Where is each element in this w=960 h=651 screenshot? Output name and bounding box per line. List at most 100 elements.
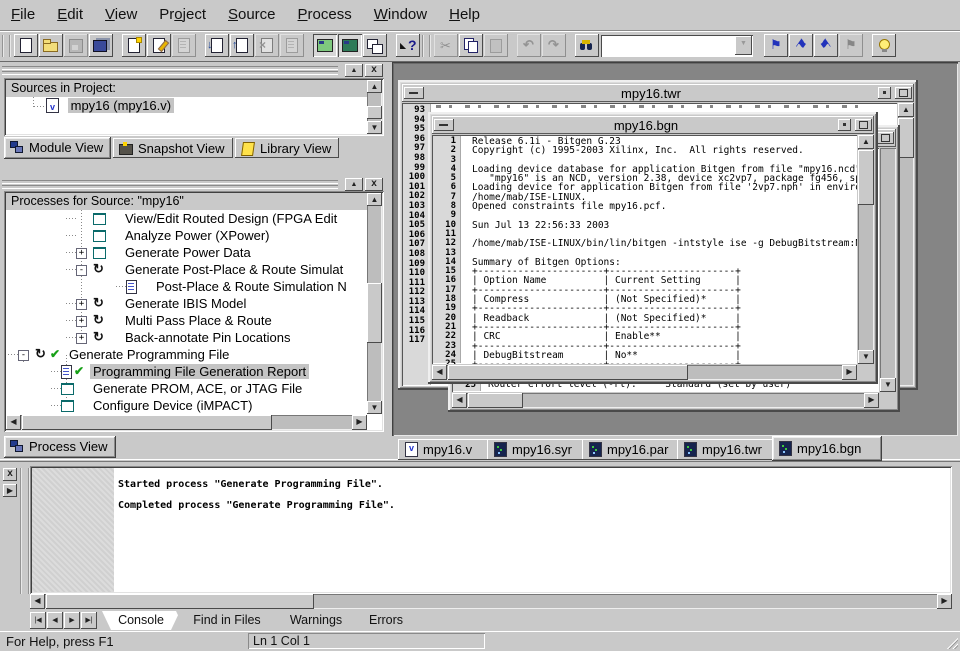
process-item-label[interactable]: Multi Pass Place & Route	[122, 313, 275, 328]
process-item-label[interactable]: View/Edit Routed Design (FPGA Edit	[122, 211, 340, 226]
close-panel-button[interactable]: x	[365, 178, 383, 191]
process-item-label[interactable]: Post-Place & Route Simulation N	[153, 279, 350, 294]
scroll-right-arrow[interactable]	[352, 415, 367, 430]
toolbar-drag-grip[interactable]	[422, 35, 431, 57]
process-item[interactable]: Back-annotate Pin Locations	[6, 329, 367, 346]
menu-file[interactable]: File	[0, 0, 46, 30]
collapse-panel-button[interactable]: ▲	[345, 64, 363, 77]
console-drag-grip[interactable]	[20, 468, 30, 594]
scroll-down-arrow[interactable]	[858, 350, 874, 364]
bgn-vertical-scrollbar[interactable]	[858, 135, 874, 364]
tab-snapshot-view[interactable]: Snapshot View	[113, 138, 233, 158]
scroll-right-arrow[interactable]	[937, 594, 952, 609]
scroll-up-arrow[interactable]	[367, 80, 382, 93]
console-output[interactable]: Started process "Generate Programming Fi…	[30, 466, 952, 594]
find-combo[interactable]	[601, 35, 753, 57]
expand-icon[interactable]	[76, 316, 87, 327]
tab-errors[interactable]: Errors	[354, 611, 418, 630]
toolbar-drag-grip[interactable]	[2, 35, 11, 57]
collapse-icon[interactable]	[76, 265, 87, 276]
file-tab-mpy16.syr[interactable]: mpy16.syr	[487, 439, 593, 460]
bgn-window[interactable]: mpy16.bgn 1 Release 6.1i - Bitgen G.23 2 Co…	[428, 112, 878, 384]
open-file-button[interactable]	[39, 34, 63, 57]
scroll-up-arrow[interactable]	[858, 135, 874, 149]
tab-module-view[interactable]: Module View	[4, 137, 112, 159]
file-tab-mpy16.twr[interactable]: mpy16.twr	[677, 439, 783, 460]
scroll-down-arrow[interactable]	[880, 378, 896, 392]
menu-source[interactable]: Source	[217, 0, 287, 30]
tab-find-in-files[interactable]: Find in Files	[176, 611, 278, 630]
move-source-down-button[interactable]	[205, 34, 229, 57]
scroll-thumb[interactable]	[858, 150, 874, 205]
process-item[interactable]: Post-Place & Route Simulation N	[6, 278, 367, 295]
scroll-left-arrow[interactable]	[6, 415, 21, 430]
window-menu-button[interactable]	[404, 87, 424, 99]
expand-console-button[interactable]: ▶	[3, 484, 17, 497]
process-item[interactable]: Analyze Power (XPower)	[6, 227, 367, 244]
expand-icon[interactable]	[76, 333, 87, 344]
first-tab-button[interactable]: |◀	[30, 612, 46, 629]
scroll-down-arrow[interactable]	[367, 121, 382, 134]
process-item-label[interactable]: Generate IBIS Model	[122, 296, 249, 311]
scroll-thumb[interactable]	[468, 393, 523, 408]
scroll-up-arrow[interactable]	[898, 103, 914, 117]
process-item-label[interactable]: Programming File Generation Report	[90, 364, 310, 379]
toggle-bookmark-button[interactable]	[764, 34, 788, 57]
scroll-left-arrow[interactable]	[452, 393, 467, 408]
processes-horizontal-scrollbar[interactable]	[6, 415, 367, 430]
scroll-thumb[interactable]	[46, 594, 314, 609]
window-menu-button[interactable]	[434, 119, 454, 131]
scroll-left-arrow[interactable]	[30, 594, 45, 609]
tab-console[interactable]: Console	[102, 611, 180, 630]
tips-button[interactable]	[872, 34, 896, 57]
menu-view[interactable]: View	[94, 0, 148, 30]
process-item-label[interactable]: Generate Programming File	[66, 347, 232, 362]
source-item-label[interactable]: mpy16 (mpy16.v)	[67, 98, 175, 113]
scroll-left-arrow[interactable]	[432, 365, 447, 380]
find-input[interactable]	[603, 37, 735, 55]
expand-icon[interactable]	[76, 299, 87, 310]
previous-bookmark-button[interactable]	[814, 34, 838, 57]
scroll-thumb[interactable]	[448, 365, 688, 380]
close-console-button[interactable]: x	[3, 468, 17, 481]
process-item[interactable]: Generate Post-Place & Route Simulat	[6, 261, 367, 278]
process-item[interactable]: View/Edit Routed Design (FPGA Edit	[6, 210, 367, 227]
file-tab-mpy16.par[interactable]: mpy16.par	[582, 439, 688, 460]
window-maximize-button[interactable]	[877, 132, 894, 144]
menu-edit[interactable]: Edit	[46, 0, 94, 30]
sources-panel-gripbar[interactable]: ▲ x	[0, 64, 390, 77]
source-item-mpy16[interactable]: mpy16 (mpy16.v)	[6, 97, 367, 116]
process-item-label[interactable]: Configure Device (iMPACT)	[90, 398, 255, 413]
window-minimize-button[interactable]	[838, 119, 851, 131]
file-tab-mpy16.bgn[interactable]: mpy16.bgn	[772, 436, 882, 461]
process-item-label[interactable]: Generate PROM, ACE, or JTAG File	[90, 381, 305, 396]
process-item-label[interactable]: Analyze Power (XPower)	[122, 228, 273, 243]
edit-source-button[interactable]	[147, 34, 171, 57]
process-item[interactable]: Generate PROM, ACE, or JTAG File	[6, 380, 367, 397]
sources-tree[interactable]: mpy16 (mpy16.v)	[6, 97, 367, 134]
processes-vertical-scrollbar[interactable]	[367, 193, 382, 414]
tab-library-view[interactable]: Library View	[235, 138, 340, 158]
process-item-label[interactable]: Generate Post-Place & Route Simulat	[122, 262, 346, 277]
processes-panel-gripbar[interactable]: ▲ x	[0, 178, 390, 191]
par-horizontal-scrollbar[interactable]	[452, 393, 879, 408]
resize-grip[interactable]	[944, 635, 958, 649]
process-item[interactable]: Programming File Generation Report	[6, 363, 367, 380]
new-source-button[interactable]	[122, 34, 146, 57]
bgn-titlebar[interactable]: mpy16.bgn	[432, 116, 874, 134]
process-item[interactable]: Multi Pass Place & Route	[6, 312, 367, 329]
scroll-right-arrow[interactable]	[864, 393, 879, 408]
tab-process-view[interactable]: Process View	[4, 436, 116, 458]
refresh-source-button[interactable]	[230, 34, 254, 57]
scroll-thumb[interactable]	[367, 283, 382, 343]
cascade-windows-button[interactable]	[363, 34, 387, 57]
window-maximize-button[interactable]	[895, 87, 912, 99]
process-item-label[interactable]: Generate Power Data	[122, 245, 254, 260]
scroll-thumb[interactable]	[367, 106, 382, 119]
context-help-button[interactable]	[396, 34, 420, 57]
scroll-thumb[interactable]	[22, 415, 272, 430]
console-horizontal-scrollbar[interactable]	[30, 594, 952, 609]
expand-icon[interactable]	[76, 248, 87, 259]
toggle-processes-window-button[interactable]	[338, 34, 362, 57]
file-tab-mpy16.v[interactable]: mpy16.v	[398, 439, 498, 460]
